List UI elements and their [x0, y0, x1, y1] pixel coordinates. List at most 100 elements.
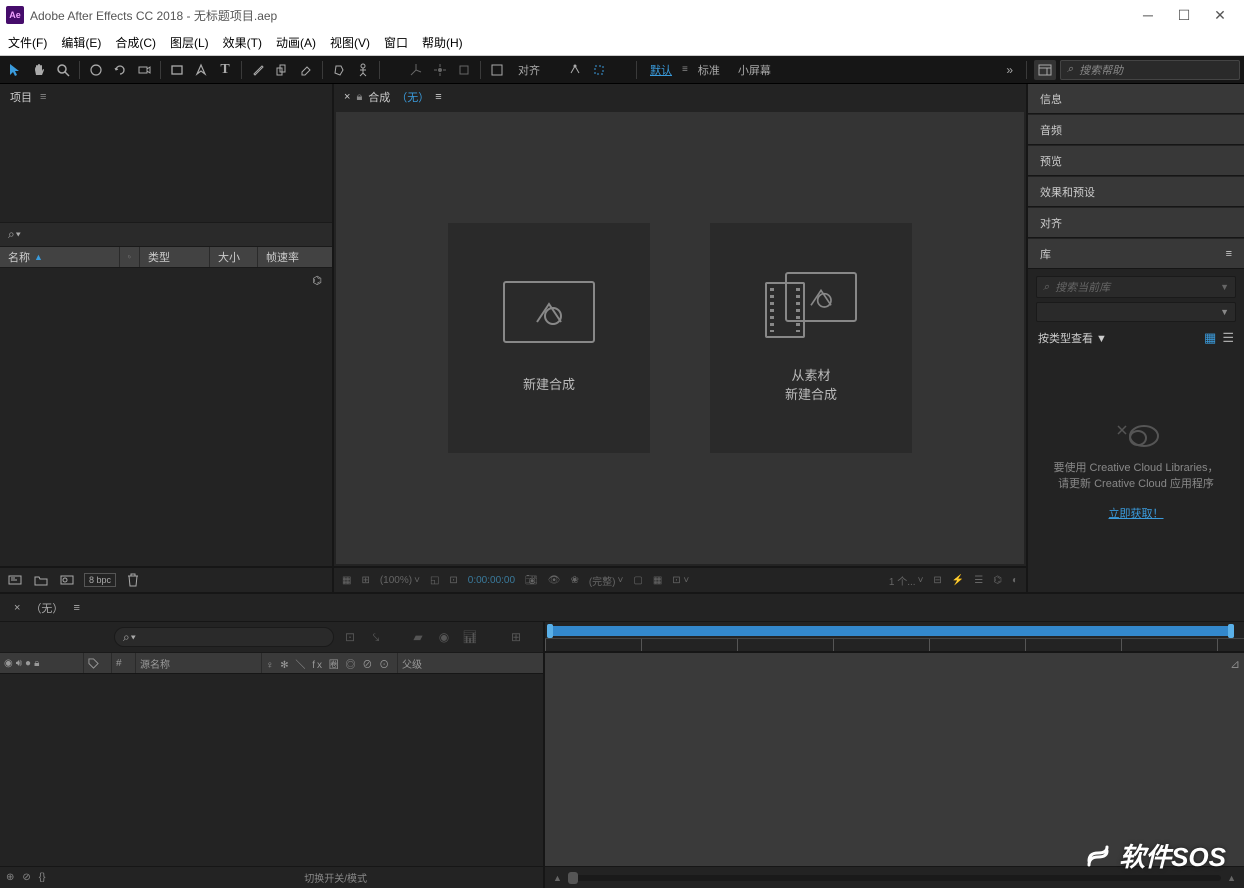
list-view-icon[interactable]: ☰ [1222, 330, 1234, 346]
dropdown-icon[interactable]: ▼ [1220, 282, 1229, 292]
workspace-overflow-icon[interactable]: » [1000, 63, 1019, 77]
rectangle-tool-icon[interactable] [166, 58, 188, 82]
bpc-button[interactable]: 8 bpc [84, 573, 116, 587]
new-composition-card[interactable]: 新建合成 [448, 223, 650, 453]
eraser-tool-icon[interactable] [295, 58, 317, 82]
menu-window[interactable]: 窗口 [384, 34, 408, 51]
frame-blend-icon[interactable]: ▰ [408, 627, 428, 647]
trash-icon[interactable] [124, 571, 142, 589]
menu-layer[interactable]: 图层(L) [170, 34, 209, 51]
col-parent[interactable]: 父级 [398, 653, 543, 673]
col-switches[interactable]: ♀ ✻ ＼ fx 圈 ◎ ⊘ ⊙ [262, 653, 398, 673]
menu-icon[interactable]: ≡ [682, 64, 688, 75]
views-dropdown[interactable]: 1 个... ˅ [889, 573, 924, 588]
camera-tool-icon[interactable] [133, 58, 155, 82]
col-label-icon[interactable] [120, 247, 140, 267]
menu-edit[interactable]: 编辑(E) [61, 34, 101, 51]
minimize-button[interactable]: ─ [1130, 0, 1166, 30]
grid-view-icon[interactable]: ▦ [1204, 330, 1216, 346]
tab-close-icon[interactable]: × [344, 91, 350, 103]
marker-bin-icon[interactable]: ⊿ [1230, 657, 1240, 671]
exposure-icon[interactable]: ◐ [1012, 575, 1018, 586]
timeline-search-input[interactable]: ⌕ ▾ [114, 627, 334, 647]
transparency-icon[interactable]: ▦ [653, 575, 662, 586]
footer-icon-1[interactable]: ⊕ [6, 872, 14, 883]
workspace-small[interactable]: 小屏幕 [730, 62, 779, 78]
project-search[interactable]: ⌕ ▾ [0, 222, 332, 246]
channel-icon[interactable]: ⊡ [449, 575, 457, 586]
resolution-icon[interactable]: ◱ [430, 575, 439, 586]
help-search-input[interactable]: ⌕ 搜索帮助 [1060, 60, 1240, 80]
project-tab[interactable]: 项目 ≡ [0, 84, 332, 110]
view-axis-icon[interactable] [453, 58, 475, 82]
menu-file[interactable]: 文件(F) [8, 34, 47, 51]
zoom-in-icon[interactable]: ▲ [1227, 873, 1236, 883]
align-panel-header[interactable]: 对齐 [1028, 208, 1244, 238]
col-type[interactable]: 类型 [140, 247, 210, 267]
menu-help[interactable]: 帮助(H) [422, 34, 463, 51]
workspace-default[interactable]: 默认 [642, 62, 680, 78]
panel-menu-icon[interactable]: ≡ [1226, 248, 1232, 260]
close-button[interactable]: ✕ [1202, 0, 1238, 30]
text-tool-icon[interactable]: T [214, 58, 236, 82]
rotate-tool-icon[interactable] [109, 58, 131, 82]
graph-editor-icon[interactable]: 📊︎ [460, 627, 480, 647]
library-panel-header[interactable]: 库≡ [1028, 239, 1244, 269]
flowchart-icon[interactable]: ⌬ [312, 274, 322, 287]
col-number[interactable]: # [112, 653, 136, 673]
col-size[interactable]: 大小 [210, 247, 258, 267]
world-axis-icon[interactable] [429, 58, 451, 82]
panel-menu-icon[interactable]: ≡ [435, 91, 441, 103]
show-snapshot-icon[interactable]: 👁︎ [548, 575, 561, 586]
comp-flowchart-icon[interactable]: ⌬ [993, 575, 1002, 586]
mask-toggle-icon[interactable]: ▦ [342, 575, 351, 586]
view-by-label[interactable]: 按类型查看 ▼ [1038, 330, 1107, 346]
footer-icon-3[interactable]: {} [39, 872, 46, 883]
local-axis-icon[interactable] [405, 58, 427, 82]
brush-tool-icon[interactable] [247, 58, 269, 82]
audio-panel-header[interactable]: 音频 [1028, 115, 1244, 145]
workspace-picker-icon[interactable] [1034, 60, 1056, 80]
menu-composition[interactable]: 合成(C) [115, 34, 156, 51]
pixel-aspect-icon[interactable]: ⊟ [933, 575, 941, 586]
snapshot-icon[interactable]: 📷︎ [525, 575, 538, 586]
menu-effect[interactable]: 效果(T) [223, 34, 262, 51]
lock-icon[interactable]: 🔒︎ [356, 91, 362, 104]
work-area-bar[interactable] [547, 626, 1234, 636]
ruler-toggle-icon[interactable]: ⊞ [361, 575, 369, 586]
snap-opt1-icon[interactable] [564, 58, 586, 82]
timeline-tab[interactable]: × （无） ≡ [0, 594, 1244, 622]
library-dropdown[interactable]: ▼ [1036, 302, 1236, 322]
new-folder-icon[interactable] [32, 571, 50, 589]
eye-icon[interactable]: ◉ [4, 658, 13, 669]
col-label[interactable] [84, 653, 112, 673]
time-display[interactable]: 0:00:00:00 [468, 575, 515, 586]
zoom-dropdown[interactable]: (100%) ˅ [380, 575, 420, 586]
timeline-icon[interactable]: ☰ [974, 575, 983, 586]
menu-animation[interactable]: 动画(A) [276, 34, 316, 51]
comp-mini-icon[interactable]: ⊡ [340, 627, 360, 647]
solo-icon[interactable]: ● [25, 658, 31, 669]
maximize-button[interactable]: ☐ [1166, 0, 1202, 30]
puppet-tool-icon[interactable] [352, 58, 374, 82]
composition-tab[interactable]: × 🔒︎ 合成 （无） ≡ [334, 84, 1026, 110]
project-list[interactable]: ⌬ [0, 268, 332, 566]
new-from-footage-card[interactable]: 从素材新建合成 [710, 223, 912, 453]
shy-icon[interactable]: ⤥ [366, 627, 386, 647]
info-panel-header[interactable]: 信息 [1028, 84, 1244, 114]
footer-icon-2[interactable]: ⊘ [22, 872, 30, 883]
orbit-tool-icon[interactable] [85, 58, 107, 82]
preview-panel-header[interactable]: 预览 [1028, 146, 1244, 176]
3d-view-dropdown[interactable]: ⊡ ˅ [672, 575, 689, 586]
selection-tool-icon[interactable] [4, 58, 26, 82]
roto-tool-icon[interactable] [328, 58, 350, 82]
timeline-tracks[interactable]: ⊿ [545, 652, 1244, 866]
effects-panel-header[interactable]: 效果和预设 [1028, 177, 1244, 207]
clone-tool-icon[interactable] [271, 58, 293, 82]
motion-blur-icon[interactable]: ◉ [434, 627, 454, 647]
col-source-name[interactable]: 源名称 [136, 653, 262, 673]
cc-get-now-link[interactable]: 立即获取！ [1109, 505, 1164, 521]
library-search-input[interactable]: ⌕搜索当前库▼ [1036, 276, 1236, 298]
toggle-switches-modes[interactable]: 切换开关/模式 [304, 870, 367, 885]
tab-close-icon[interactable]: × [14, 602, 20, 614]
